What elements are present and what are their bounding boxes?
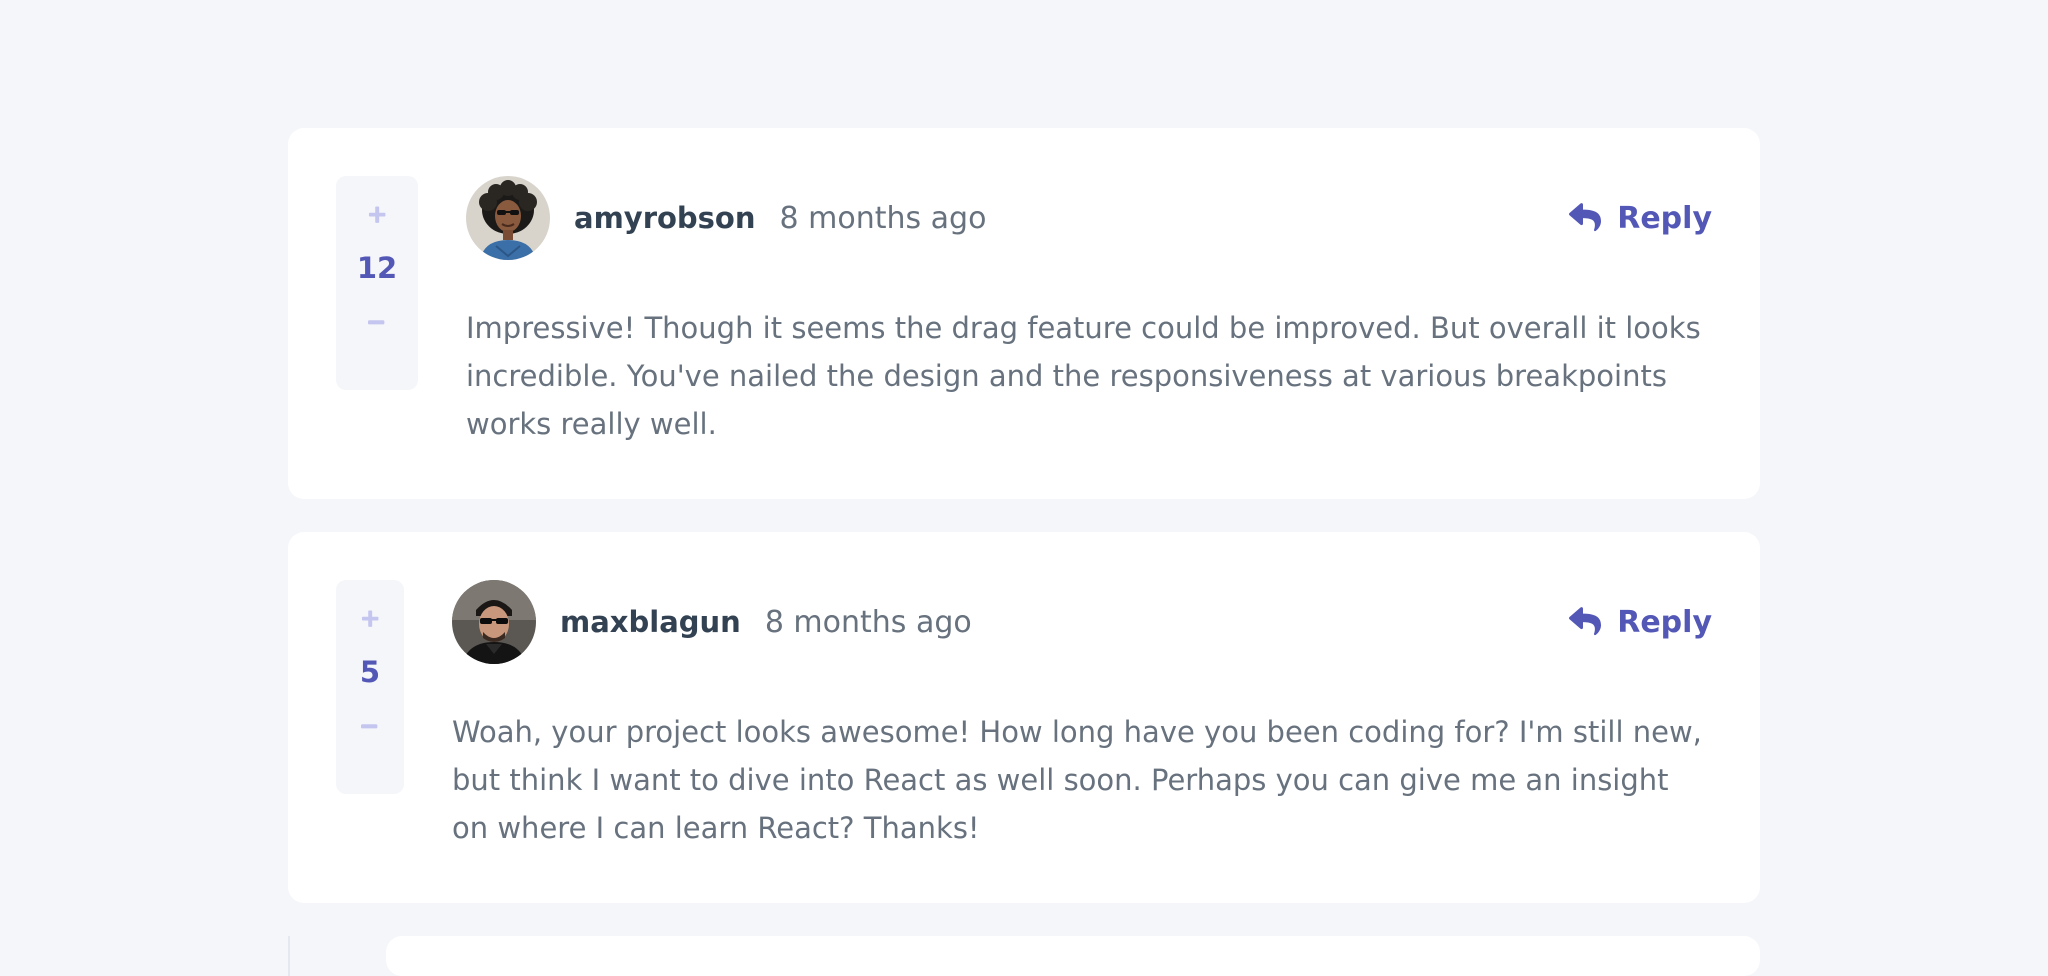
comment-card: 12 amyrobson 8 months ago Reply Impressi… xyxy=(288,128,1760,499)
reply-arrow-icon xyxy=(1569,203,1602,232)
reply-label: Reply xyxy=(1617,200,1712,236)
comment-header: maxblagun 8 months ago xyxy=(452,580,972,664)
reply-button[interactable]: Reply xyxy=(1569,176,1712,260)
username[interactable]: maxblagun xyxy=(560,605,741,639)
reply-thread-line xyxy=(288,936,290,976)
downvote-button[interactable] xyxy=(350,706,390,746)
vote-count: 12 xyxy=(356,251,398,285)
username[interactable]: amyrobson xyxy=(574,201,756,235)
minus-icon xyxy=(361,723,378,728)
vote-widget: 5 xyxy=(336,580,404,794)
timestamp: 8 months ago xyxy=(779,200,987,236)
avatar xyxy=(466,176,550,260)
user-avatar-image xyxy=(452,580,536,664)
reply-arrow-icon xyxy=(1569,607,1602,636)
plus-icon xyxy=(368,206,386,223)
minus-icon xyxy=(368,319,385,324)
comment-card: 5 maxblagun 8 months ago Reply Woah, you… xyxy=(288,532,1760,903)
plus-icon xyxy=(361,610,379,627)
vote-widget: 12 xyxy=(336,176,418,390)
reply-label: Reply xyxy=(1617,604,1712,640)
downvote-button[interactable] xyxy=(357,302,397,342)
upvote-button[interactable] xyxy=(350,598,390,638)
vote-count: 5 xyxy=(359,655,381,689)
user-avatar-image xyxy=(466,176,550,260)
avatar xyxy=(452,580,536,664)
upvote-button[interactable] xyxy=(357,194,397,234)
reply-button[interactable]: Reply xyxy=(1569,580,1712,664)
comment-text: Impressive! Though it seems the drag fea… xyxy=(466,311,1701,441)
comment-header: amyrobson 8 months ago xyxy=(466,176,986,260)
comment-text: Woah, your project looks awesome! How lo… xyxy=(452,715,1702,845)
timestamp: 8 months ago xyxy=(764,604,972,640)
reply-card xyxy=(386,936,1760,976)
